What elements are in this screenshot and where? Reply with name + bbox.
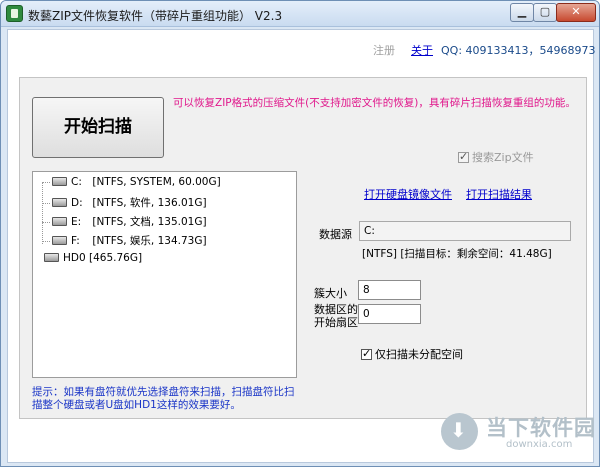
checkbox-icon [458,150,469,163]
data-source-label: 数据源 [319,228,352,241]
drive-tree[interactable]: C: [NTFS, SYSTEM, 60.00G] D: [NTFS, 软件, … [32,171,297,378]
data-source-field[interactable]: C: [359,221,571,241]
drive-item-hd0[interactable]: HD0 [465.76G] [42,252,142,270]
title-bar[interactable]: 数藝ZIP文件恢复软件（带碎片重组功能） V2.3 ▁ ▢ ✕ [1,1,599,27]
window-title: 数藝ZIP文件恢复软件（带碎片重组功能） V2.3 [28,9,283,23]
drive-icon [52,198,67,207]
close-button[interactable]: ✕ [556,3,596,22]
minimize-button[interactable]: ▁ [510,3,534,22]
drive-item-f[interactable]: F: [NTFS, 娱乐, 134.73G] [33,233,207,251]
drive-item-e[interactable]: E: [NTFS, 文档, 135.01G] [33,214,207,232]
only-unallocated-checkbox[interactable]: 仅扫描未分配空间 [361,346,463,362]
app-window: 数藝ZIP文件恢复软件（带碎片重组功能） V2.3 ▁ ▢ ✕ 注册 关于 QQ… [0,0,600,467]
drive-info: [NTFS, 娱乐, 134.73G] [92,235,207,247]
checkbox-icon[interactable] [361,347,372,360]
open-result-link[interactable]: 打开扫描结果 [466,186,532,202]
source-info-text: [NTFS] [扫描目标：剩余空间：41.48G] [362,248,552,260]
drive-info: [NTFS, 文档, 135.01G] [92,216,207,228]
cluster-size-label: 簇大小 [314,287,347,300]
watermark-domain: downxia.com [506,439,573,450]
qq-contact: QQ: 409133413，54968973 [441,44,596,57]
cluster-size-input[interactable]: 8 [358,280,421,300]
drive-info: [NTFS, SYSTEM, 60.00G] [92,176,221,188]
search-zip-checkbox: 搜索Zip文件 [458,149,534,165]
drive-icon [52,177,67,186]
maximize-button[interactable]: ▢ [533,3,557,22]
watermark-title: 当下软件园 [486,416,596,440]
drive-letter: E: [71,216,82,228]
search-zip-label: 搜索Zip文件 [472,151,534,164]
app-icon [6,5,23,22]
drive-item-c[interactable]: C: [NTFS, SYSTEM, 60.00G] [33,176,221,194]
drive-letter: F: [71,235,80,247]
drive-icon [52,217,67,226]
start-sector-input[interactable]: 0 [358,304,421,324]
start-sector-label-2: 开始扇区 [314,316,358,329]
description-text: 可以恢复ZIP格式的压缩文件(不支持加密文件的恢复)，具有碎片扫描恢复重组的功能… [173,97,576,109]
about-link[interactable]: 关于 [411,42,433,58]
open-image-link[interactable]: 打开硬盘镜像文件 [364,186,452,202]
drive-info: [465.76G] [89,252,143,264]
tip-text: 提示：如果有盘符就优先选择盘符来扫描，扫描盘符比扫描整个硬盘或者U盘如HD1这样… [32,386,295,411]
hard-disk-icon [44,253,59,262]
drive-item-d[interactable]: D: [NTFS, 软件, 136.01G] [33,195,207,213]
only-unallocated-label: 仅扫描未分配空间 [375,348,463,361]
drive-letter: C: [71,176,82,188]
start-scan-button[interactable]: 开始扫描 [32,97,164,158]
drive-letter: HD0 [63,252,86,264]
download-icon [441,413,478,450]
drive-letter: D: [71,197,83,209]
drive-icon [52,236,67,245]
drive-info: [NTFS, 软件, 136.01G] [92,197,207,209]
register-link[interactable]: 注册 [373,42,395,58]
